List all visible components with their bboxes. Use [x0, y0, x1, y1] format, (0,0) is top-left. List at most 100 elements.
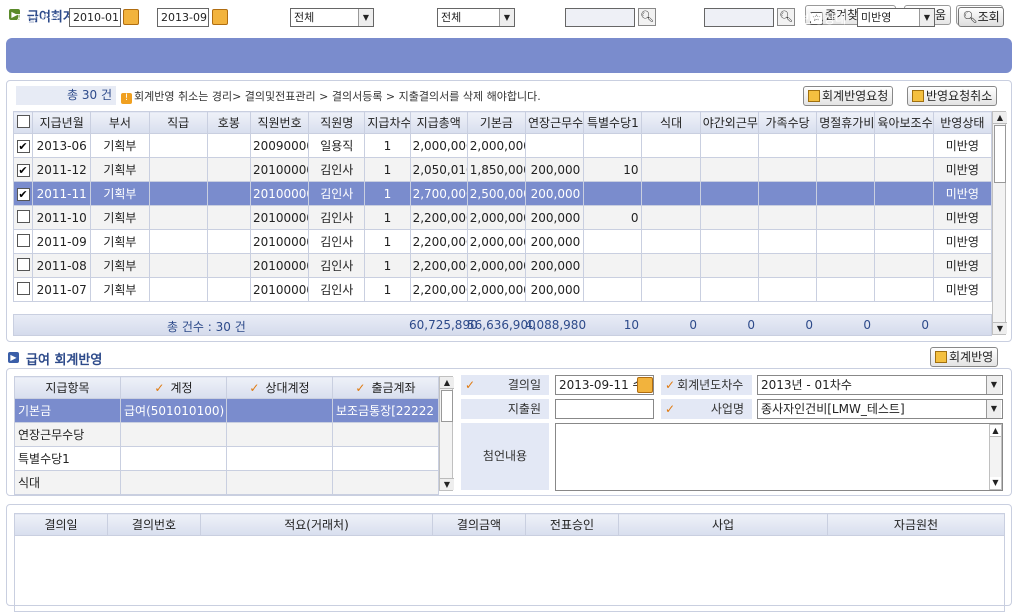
col-header[interactable]: 직급 [148, 111, 208, 134]
col-header[interactable]: 가족수당 [757, 111, 818, 134]
emp-input[interactable] [704, 8, 774, 27]
col-header[interactable]: 호봉 [206, 111, 251, 134]
footer-holiday: 0 [863, 318, 871, 332]
cell-status: 미반영 [932, 157, 993, 182]
table-row[interactable]: 식대 [14, 470, 439, 495]
checkbox[interactable] [16, 281, 30, 295]
table-row[interactable]: 기본금 급여(501010100) 보조금통장[22222 [14, 398, 439, 423]
row-select[interactable] [12, 253, 34, 278]
col-header[interactable]: 결의번호 [107, 513, 201, 536]
col-header[interactable]: 지급항목 [14, 376, 121, 399]
col-header[interactable]: 연장근무수당 [525, 111, 585, 134]
table-row[interactable]: 연장근무수당 [14, 422, 439, 447]
cell-grade [148, 133, 208, 158]
col-header[interactable]: 명절휴가비 [816, 111, 876, 134]
chevron-down-icon[interactable]: ▼ [499, 9, 514, 26]
vertical-scrollbar[interactable]: ▲ ▼ [989, 424, 1002, 490]
row-select[interactable] [12, 205, 34, 230]
scroll-up-icon[interactable]: ▲ [440, 377, 454, 389]
cell-sp1: 0 [583, 205, 643, 230]
chevron-down-icon[interactable]: ▼ [919, 9, 934, 26]
col-header[interactable]: 사업 [618, 513, 828, 536]
chevron-down-icon[interactable]: ▼ [358, 9, 373, 26]
calendar-icon[interactable] [637, 377, 653, 393]
cell-month: 2011-11 [32, 181, 92, 206]
checkbox[interactable] [16, 233, 30, 247]
col-header[interactable]: 부서 [90, 111, 150, 134]
checkbox[interactable]: ✔ [16, 139, 30, 153]
dept-input[interactable] [565, 8, 635, 27]
scroll-up-icon[interactable]: ▲ [993, 112, 1007, 124]
table-row[interactable]: 2011-08기획부 2010000001김인사12,200,0002,000,0… [12, 253, 993, 278]
col-header[interactable]: 결의일 [14, 513, 108, 536]
col-header[interactable]: ✓ 상대계정 [226, 376, 333, 399]
checkbox[interactable] [16, 114, 30, 128]
col-header[interactable]: 야간외근무수당 [699, 111, 759, 134]
cancel-request-button[interactable]: 반영요청취소 [907, 86, 998, 106]
cell-step [206, 229, 251, 254]
search-icon[interactable]: 🔍︎ [638, 8, 656, 26]
cell-empno: 2010000001 [249, 181, 310, 206]
col-header[interactable]: 육아보조수당 [874, 111, 934, 134]
row-select[interactable] [12, 229, 34, 254]
cell-sp1 [583, 181, 643, 206]
col-header[interactable]: 특별수당1 [583, 111, 643, 134]
col-header[interactable]: 지급년월 [32, 111, 92, 134]
cell-step [206, 205, 251, 230]
chevron-down-icon[interactable]: ▼ [986, 400, 1001, 418]
col-header[interactable]: 식대 [641, 111, 701, 134]
fiscal-select[interactable]: 2013년 - 01차수 [757, 375, 1003, 395]
scroll-down-icon[interactable]: ▼ [993, 322, 1007, 334]
pay-month-to-input[interactable]: 2013-09 [157, 8, 209, 27]
col-header[interactable]: 자금원천 [827, 513, 1005, 536]
calendar-icon[interactable] [212, 9, 228, 25]
apply-button[interactable]: 회계반영 [930, 347, 999, 367]
project-select[interactable]: 종사자인건비[LMW_테스트] [757, 399, 1003, 419]
table-row[interactable]: 특별수당1 [14, 446, 439, 471]
row-select[interactable]: ✔ [12, 157, 34, 182]
col-header[interactable]: 지급총액 [409, 111, 468, 134]
table-row[interactable]: 2011-09기획부 2010000001김인사12,200,0002,000,0… [12, 229, 993, 254]
checkbox[interactable] [16, 209, 30, 223]
calendar-icon[interactable] [123, 9, 139, 25]
table-row[interactable]: 2011-07기획부 2010000001김인사12,200,0002,000,0… [12, 277, 993, 302]
scroll-up-icon[interactable]: ▲ [990, 425, 1001, 437]
vertical-scrollbar[interactable]: ▲ ▼ [439, 376, 454, 491]
search-button[interactable]: 🔍︎조회 [958, 7, 1004, 27]
table-row[interactable]: ✔2013-06기획부2009000001일용직12,000,0002,000,… [12, 133, 993, 158]
scroll-down-icon[interactable]: ▼ [990, 477, 1001, 489]
col-header[interactable]: 적요(거래처) [200, 513, 433, 536]
vertical-scrollbar[interactable]: ▲ ▼ [992, 111, 1007, 335]
memo-textarea[interactable] [555, 423, 1003, 491]
scroll-thumb[interactable] [994, 125, 1006, 183]
col-header[interactable]: 지급차수 [364, 111, 411, 134]
row-select[interactable]: ✔ [12, 133, 34, 158]
scroll-down-icon[interactable]: ▼ [440, 478, 454, 490]
checkbox[interactable]: ✔ [16, 163, 30, 177]
col-header[interactable]: 직원명 [308, 111, 366, 134]
cell-ot: 200,000 [525, 253, 585, 278]
col-header[interactable]: 기본금 [466, 111, 527, 134]
table-row[interactable]: ✔2011-11기획부 2010000001김인사12,700,0002,500,… [12, 181, 993, 206]
row-select[interactable] [12, 277, 34, 302]
search-icon[interactable]: 🔍︎ [777, 8, 795, 26]
col-header[interactable]: 직원번호 [249, 111, 310, 134]
row-select[interactable]: ✔ [12, 181, 34, 206]
col-header[interactable]: ✓ 출금계좌 [332, 376, 439, 399]
checkbox[interactable]: ✔ [16, 187, 30, 201]
cell-dept: 기획부 [90, 133, 150, 158]
cell-grade [148, 205, 208, 230]
col-header[interactable]: ✓ 계정 [120, 376, 227, 399]
checkbox[interactable] [16, 257, 30, 271]
chevron-down-icon[interactable]: ▼ [986, 376, 1001, 394]
table-row[interactable]: 2011-10기획부 2010000001김인사12,200,0002,000,0… [12, 205, 993, 230]
col-header[interactable]: 결의금액 [432, 513, 526, 536]
col-header[interactable]: 반영상태 [932, 111, 993, 134]
col-header[interactable]: 전표승인 [525, 513, 619, 536]
payer-input[interactable] [555, 399, 654, 419]
col-select[interactable] [12, 111, 34, 134]
table-row[interactable]: ✔2011-12기획부 2010000001김인사12,050,0101,850,… [12, 157, 993, 182]
pay-month-from-input[interactable]: 2010-01 [69, 8, 121, 27]
request-apply-button[interactable]: 회계반영요청 [803, 86, 894, 106]
scroll-thumb[interactable] [441, 390, 453, 422]
